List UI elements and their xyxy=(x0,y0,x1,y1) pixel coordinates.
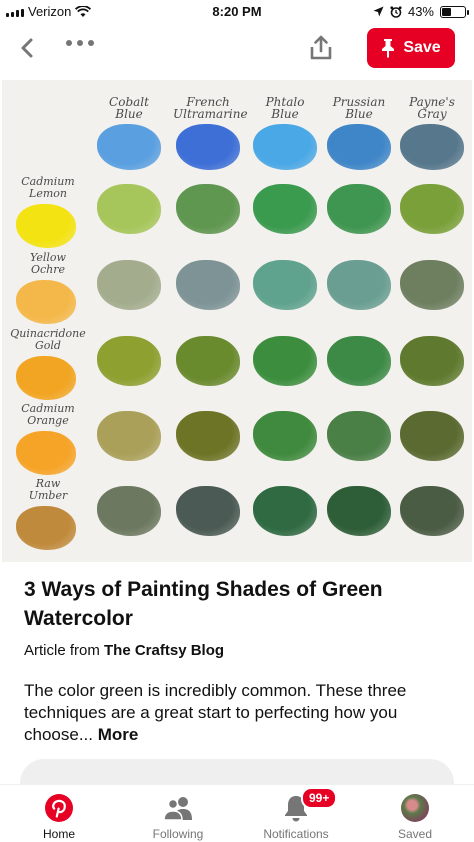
swatch xyxy=(176,336,240,386)
source-link[interactable]: The Craftsy Blog xyxy=(104,642,224,659)
swatch xyxy=(16,280,76,324)
tab-following[interactable]: Following xyxy=(128,793,228,841)
column-header: Cobalt Blue xyxy=(109,95,149,121)
swatch xyxy=(97,336,161,386)
swatch xyxy=(16,204,76,248)
share-button[interactable] xyxy=(308,34,334,62)
attribution: Article from The Craftsy Blog xyxy=(24,642,224,659)
swatch xyxy=(327,260,391,310)
swatch xyxy=(253,260,317,310)
swatch xyxy=(176,411,240,461)
pin-image[interactable]: Cobalt Blue French Ultramarine Phtalo Blue Pru… xyxy=(2,80,472,562)
swatch xyxy=(176,260,240,310)
row-header: Cadmium Orange xyxy=(21,402,75,427)
swatch xyxy=(327,336,391,386)
swatch xyxy=(97,486,161,536)
alarm-icon xyxy=(390,5,402,18)
pin-description: The color green is incredibly common. Th… xyxy=(24,680,464,746)
swatch xyxy=(400,486,464,536)
row-header: Quinacridone Gold xyxy=(10,327,86,352)
swatch xyxy=(97,411,161,461)
column-header: Phtalo Blue xyxy=(265,95,305,121)
save-label: Save xyxy=(403,39,441,56)
swatch xyxy=(400,124,464,170)
swatch xyxy=(400,411,464,461)
swatch xyxy=(97,184,161,234)
more-options-button[interactable] xyxy=(66,40,94,46)
chevron-left-icon xyxy=(21,38,33,58)
swatch xyxy=(253,184,317,234)
pinterest-logo-icon xyxy=(45,794,73,822)
row-header: Cadmium Lemon xyxy=(21,175,75,200)
tab-saved-label: Saved xyxy=(397,827,433,841)
column-header: French Ultramarine xyxy=(173,95,248,121)
share-icon xyxy=(310,35,332,60)
notification-badge: 99+ xyxy=(301,787,338,809)
column-header: Payne's Gray xyxy=(409,95,455,121)
swatch xyxy=(97,124,161,170)
swatch xyxy=(176,124,240,170)
location-arrow-icon xyxy=(373,6,384,17)
tab-home[interactable]: Home xyxy=(9,793,109,841)
swatch xyxy=(16,431,76,475)
attribution-prefix: Article from xyxy=(24,642,100,659)
more-link[interactable]: More xyxy=(98,725,139,744)
swatch xyxy=(176,184,240,234)
tab-notifications-label: Notifications xyxy=(263,827,329,841)
tab-notifications[interactable]: 99+ Notifications xyxy=(246,787,346,841)
swatch xyxy=(327,184,391,234)
save-button[interactable]: Save xyxy=(367,28,455,68)
swatch xyxy=(253,336,317,386)
pin-title: 3 Ways of Painting Shades of Green Water… xyxy=(24,578,383,630)
swatch xyxy=(253,411,317,461)
back-button[interactable] xyxy=(14,34,42,62)
swatch xyxy=(253,486,317,536)
more-dots-icon xyxy=(66,40,72,46)
swatch xyxy=(400,260,464,310)
swatch xyxy=(400,336,464,386)
description-text: The color green is incredibly common. Th… xyxy=(24,681,407,744)
swatch xyxy=(327,411,391,461)
row-header: Yellow Ochre xyxy=(30,251,66,276)
swatch xyxy=(400,184,464,234)
status-bar: Verizon 8:20 PM 43% xyxy=(0,0,474,24)
swatch xyxy=(176,486,240,536)
swatch xyxy=(16,506,76,550)
tab-following-label: Following xyxy=(152,827,204,841)
row-header: Raw Umber xyxy=(28,477,68,502)
pushpin-icon xyxy=(382,39,395,58)
avatar-icon xyxy=(401,794,429,822)
battery-percent: 43% xyxy=(407,4,434,19)
column-header: Prussian Blue xyxy=(332,95,386,121)
top-nav: Save xyxy=(0,24,474,76)
swatch xyxy=(327,486,391,536)
bottom-tab-bar: Home Following 99+ Notifications Saved xyxy=(0,784,474,842)
tab-home-label: Home xyxy=(42,827,75,841)
swatch xyxy=(253,124,317,170)
battery-fill xyxy=(442,7,452,16)
status-right: 43% xyxy=(373,4,469,19)
swatch xyxy=(16,356,76,400)
swatch xyxy=(97,260,161,310)
swatch xyxy=(327,124,391,170)
battery-icon xyxy=(440,5,469,18)
people-icon xyxy=(163,797,192,821)
tab-saved[interactable]: Saved xyxy=(365,793,465,841)
